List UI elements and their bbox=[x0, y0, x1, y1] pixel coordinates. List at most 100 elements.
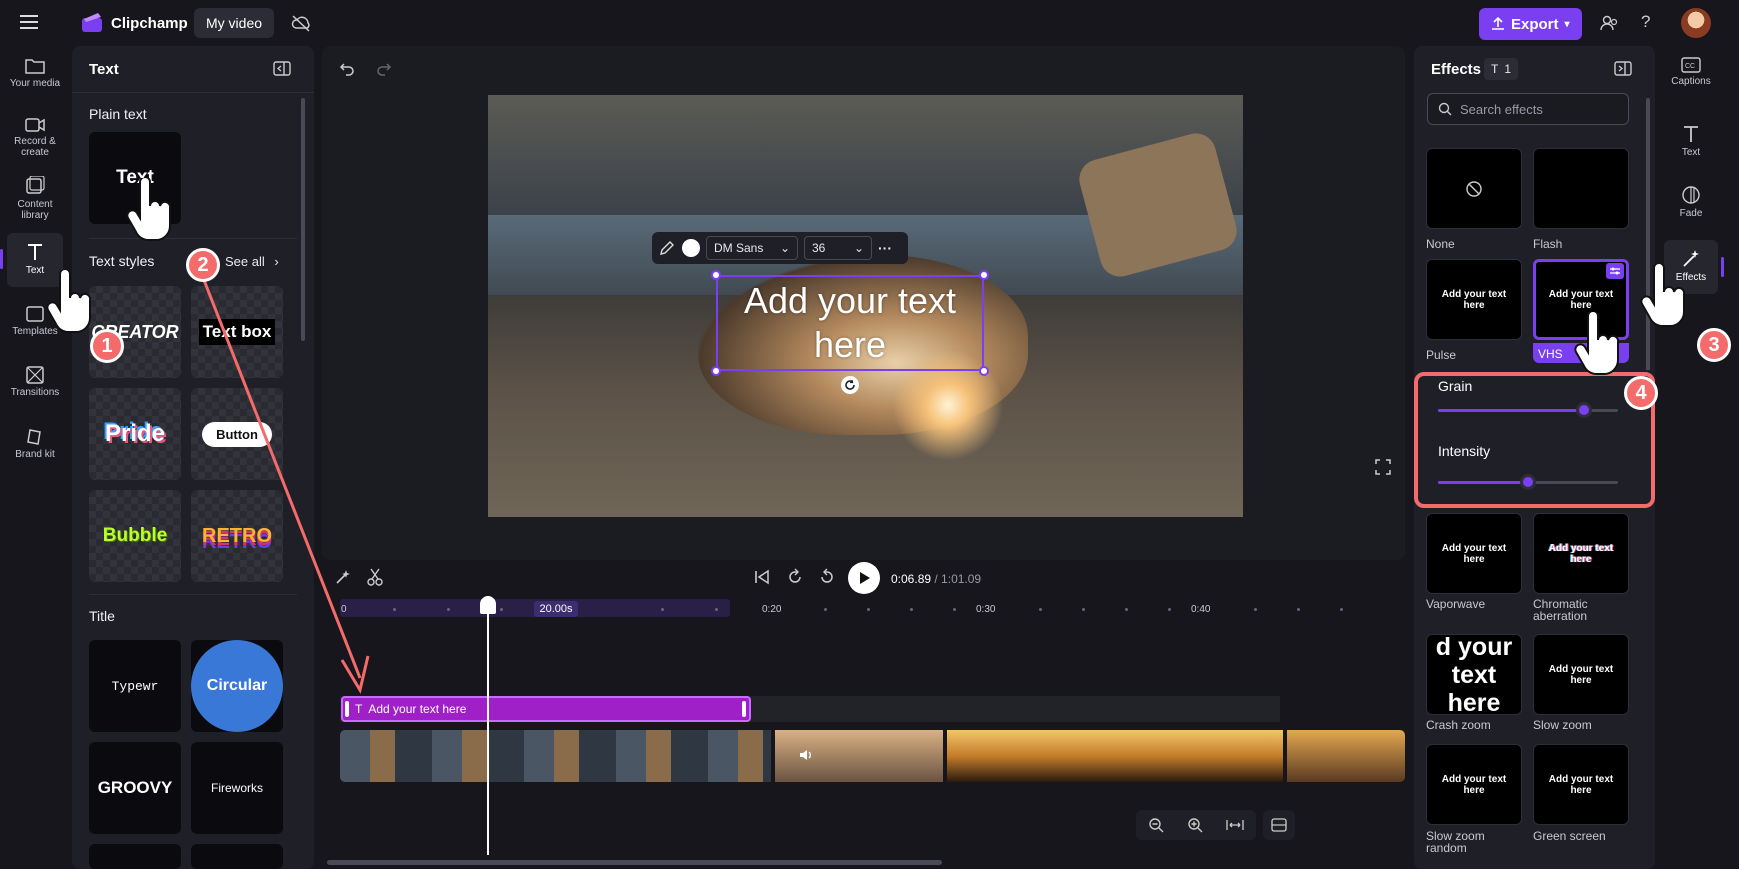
timeline-layout-icon[interactable] bbox=[1263, 810, 1295, 840]
tick-dot bbox=[1125, 608, 1128, 611]
effect-label: Pulse bbox=[1426, 348, 1457, 362]
help-icon[interactable]: ? bbox=[1641, 12, 1650, 32]
color-swatch[interactable] bbox=[682, 239, 700, 257]
text-icon bbox=[6, 242, 64, 262]
share-users-icon[interactable] bbox=[1600, 14, 1618, 32]
effect-tile-vaporwave[interactable]: Add your text here bbox=[1426, 513, 1522, 594]
see-all-link[interactable]: See all › bbox=[225, 254, 279, 269]
font-size-select[interactable]: 36 ⌄ bbox=[804, 236, 872, 260]
rotate-handle-icon[interactable] bbox=[841, 376, 859, 394]
nav-fade[interactable]: Fade bbox=[1662, 185, 1720, 219]
timeline-scrollbar[interactable] bbox=[327, 860, 942, 865]
text-icon: T bbox=[1491, 62, 1499, 76]
title-tile-fireworks[interactable]: Fireworks bbox=[191, 742, 283, 834]
play-button[interactable] bbox=[848, 562, 880, 594]
playhead[interactable] bbox=[487, 596, 489, 855]
style-tile-button[interactable]: Button bbox=[191, 388, 283, 480]
nav-your-media[interactable]: Your media bbox=[6, 57, 64, 89]
plain-text-tile[interactable]: Text bbox=[89, 132, 181, 224]
timeline[interactable]: 0 0:20 0:30 0:40 20.00s T Add your text … bbox=[322, 596, 1405, 869]
collapse-panel-icon[interactable] bbox=[273, 61, 291, 77]
nav-transitions[interactable]: Transitions bbox=[6, 366, 64, 398]
clip-trim-handle-right[interactable] bbox=[742, 701, 746, 717]
title-tile-circular[interactable]: Circular bbox=[191, 640, 283, 732]
total-time: / 1:01.09 bbox=[934, 572, 982, 586]
video-clip-sunset-dance[interactable] bbox=[947, 730, 1283, 782]
nav-label: Transitions bbox=[10, 387, 60, 398]
nav-captions[interactable]: CC Captions bbox=[1662, 57, 1720, 87]
text-overlay[interactable]: Add your text here bbox=[716, 275, 984, 371]
split-scissors-icon[interactable] bbox=[366, 568, 384, 586]
video-clip-campfire[interactable] bbox=[340, 730, 771, 782]
effect-tile-chromatic[interactable]: Add your text here bbox=[1533, 513, 1629, 594]
fullscreen-icon[interactable] bbox=[1375, 459, 1391, 475]
video-clip-beach[interactable] bbox=[1287, 730, 1405, 782]
effect-tile-slow-zoom-random[interactable]: Add your text here bbox=[1426, 744, 1522, 825]
nav-label: Templates bbox=[12, 326, 58, 337]
undo-icon[interactable] bbox=[339, 61, 355, 77]
volume-icon[interactable] bbox=[799, 748, 813, 762]
effect-tile-flash[interactable] bbox=[1533, 148, 1629, 229]
effect-tile-crash-zoom[interactable]: d your text here bbox=[1426, 633, 1522, 717]
title-tile-partial[interactable] bbox=[191, 844, 283, 869]
zoom-out-icon[interactable] bbox=[1148, 817, 1164, 833]
tick-label: 0 bbox=[341, 604, 347, 615]
title-tile-typewriter[interactable]: Typewr bbox=[89, 640, 181, 732]
effect-tile-pulse[interactable]: Add your text here bbox=[1426, 259, 1522, 340]
nav-text-right[interactable]: Text bbox=[1662, 124, 1720, 158]
title-tile-groovy[interactable]: GROOVY bbox=[89, 742, 181, 834]
style-tile-pride[interactable]: Pride bbox=[89, 388, 181, 480]
preview-panel: DM Sans ⌄ 36 ⌄ ··· Add your text here bbox=[322, 46, 1405, 560]
resize-handle[interactable] bbox=[711, 366, 721, 376]
video-track[interactable] bbox=[340, 730, 1405, 782]
effect-tile-slow-zoom[interactable]: Add your text here bbox=[1533, 634, 1629, 715]
nav-text[interactable]: Text bbox=[6, 242, 64, 276]
resize-handle[interactable] bbox=[979, 366, 989, 376]
resize-handle[interactable] bbox=[711, 270, 721, 280]
collapse-panel-icon[interactable] bbox=[1614, 61, 1632, 77]
style-tile-retro[interactable]: RETRO bbox=[191, 490, 283, 582]
fit-timeline-icon[interactable] bbox=[1226, 818, 1244, 832]
fade-icon bbox=[1662, 185, 1720, 205]
clip-trim-handle-left[interactable] bbox=[345, 701, 349, 717]
nav-effects[interactable]: Effects bbox=[1662, 249, 1720, 283]
forward-5-icon[interactable] bbox=[818, 568, 836, 586]
effect-label-selected: VHS bbox=[1533, 343, 1629, 363]
font-family-select[interactable]: DM Sans ⌄ bbox=[706, 236, 798, 260]
zoom-in-icon[interactable] bbox=[1187, 817, 1203, 833]
nav-record-create[interactable]: Record & create bbox=[6, 117, 64, 158]
panel-scrollbar[interactable] bbox=[301, 98, 305, 341]
nav-content-library[interactable]: Content library bbox=[6, 176, 64, 221]
folder-icon bbox=[6, 57, 64, 75]
avatar[interactable] bbox=[1681, 8, 1711, 38]
project-name-field[interactable]: My video bbox=[194, 8, 275, 38]
more-options-icon[interactable]: ··· bbox=[878, 240, 892, 256]
rewind-5-icon[interactable] bbox=[786, 568, 804, 586]
nav-templates[interactable]: Templates bbox=[6, 305, 64, 337]
text-clip[interactable]: T Add your text here bbox=[341, 696, 751, 722]
style-tile-button-label: Button bbox=[202, 421, 272, 447]
style-tile-text-box[interactable]: Text box bbox=[191, 286, 283, 378]
style-tile-bubble[interactable]: Bubble bbox=[89, 490, 181, 582]
effect-tile-green-screen[interactable]: Add your text here bbox=[1533, 744, 1629, 825]
resize-handle[interactable] bbox=[979, 270, 989, 280]
effect-label: Slow zoom bbox=[1533, 718, 1592, 732]
playhead-handle[interactable] bbox=[480, 596, 496, 614]
skip-back-icon[interactable] bbox=[754, 569, 770, 585]
cloud-off-icon[interactable] bbox=[291, 14, 311, 32]
search-effects-field[interactable]: Search effects bbox=[1427, 93, 1629, 125]
effect-tile-none[interactable] bbox=[1426, 148, 1522, 229]
title-tile-partial[interactable] bbox=[89, 844, 181, 869]
export-button[interactable]: Export ▾ bbox=[1479, 8, 1582, 40]
redo-icon[interactable] bbox=[376, 61, 392, 77]
text-clip-label: Add your text here bbox=[368, 702, 467, 716]
edit-pencil-icon[interactable] bbox=[658, 239, 676, 257]
effect-label: None bbox=[1426, 237, 1455, 251]
hamburger-menu-icon[interactable] bbox=[20, 14, 38, 30]
video-clip-friends[interactable] bbox=[775, 730, 943, 782]
chevron-down-icon: ⌄ bbox=[779, 241, 790, 255]
magic-wand-icon[interactable] bbox=[334, 568, 352, 586]
nav-brand-kit[interactable]: Brand kit bbox=[6, 428, 64, 460]
nav-label: Text bbox=[1681, 147, 1701, 158]
adjust-sliders-icon[interactable] bbox=[1606, 263, 1624, 279]
